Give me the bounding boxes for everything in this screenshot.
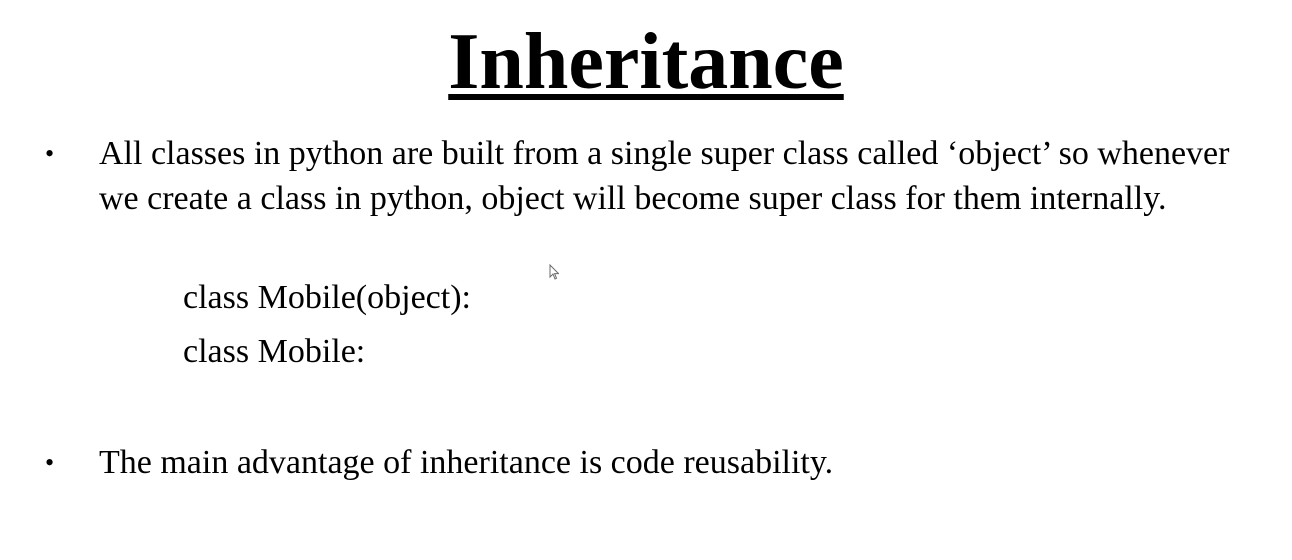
code-example-2: class Mobile: xyxy=(183,333,366,370)
mouse-pointer-icon xyxy=(549,264,559,280)
slide: Inheritance • All classes in python are … xyxy=(0,0,1292,560)
slide-title: Inheritance xyxy=(0,14,1292,110)
bullet-text-1: All classes in python are built from a s… xyxy=(99,135,1230,217)
bullet-text-2: The main advantage of inheritance is cod… xyxy=(99,444,834,481)
code-example-1: class Mobile(object): xyxy=(183,279,471,316)
bullet-dot-icon: • xyxy=(45,448,55,477)
slide-title-text: Inheritance xyxy=(448,18,844,106)
bullet-dot-icon: • xyxy=(45,139,55,168)
